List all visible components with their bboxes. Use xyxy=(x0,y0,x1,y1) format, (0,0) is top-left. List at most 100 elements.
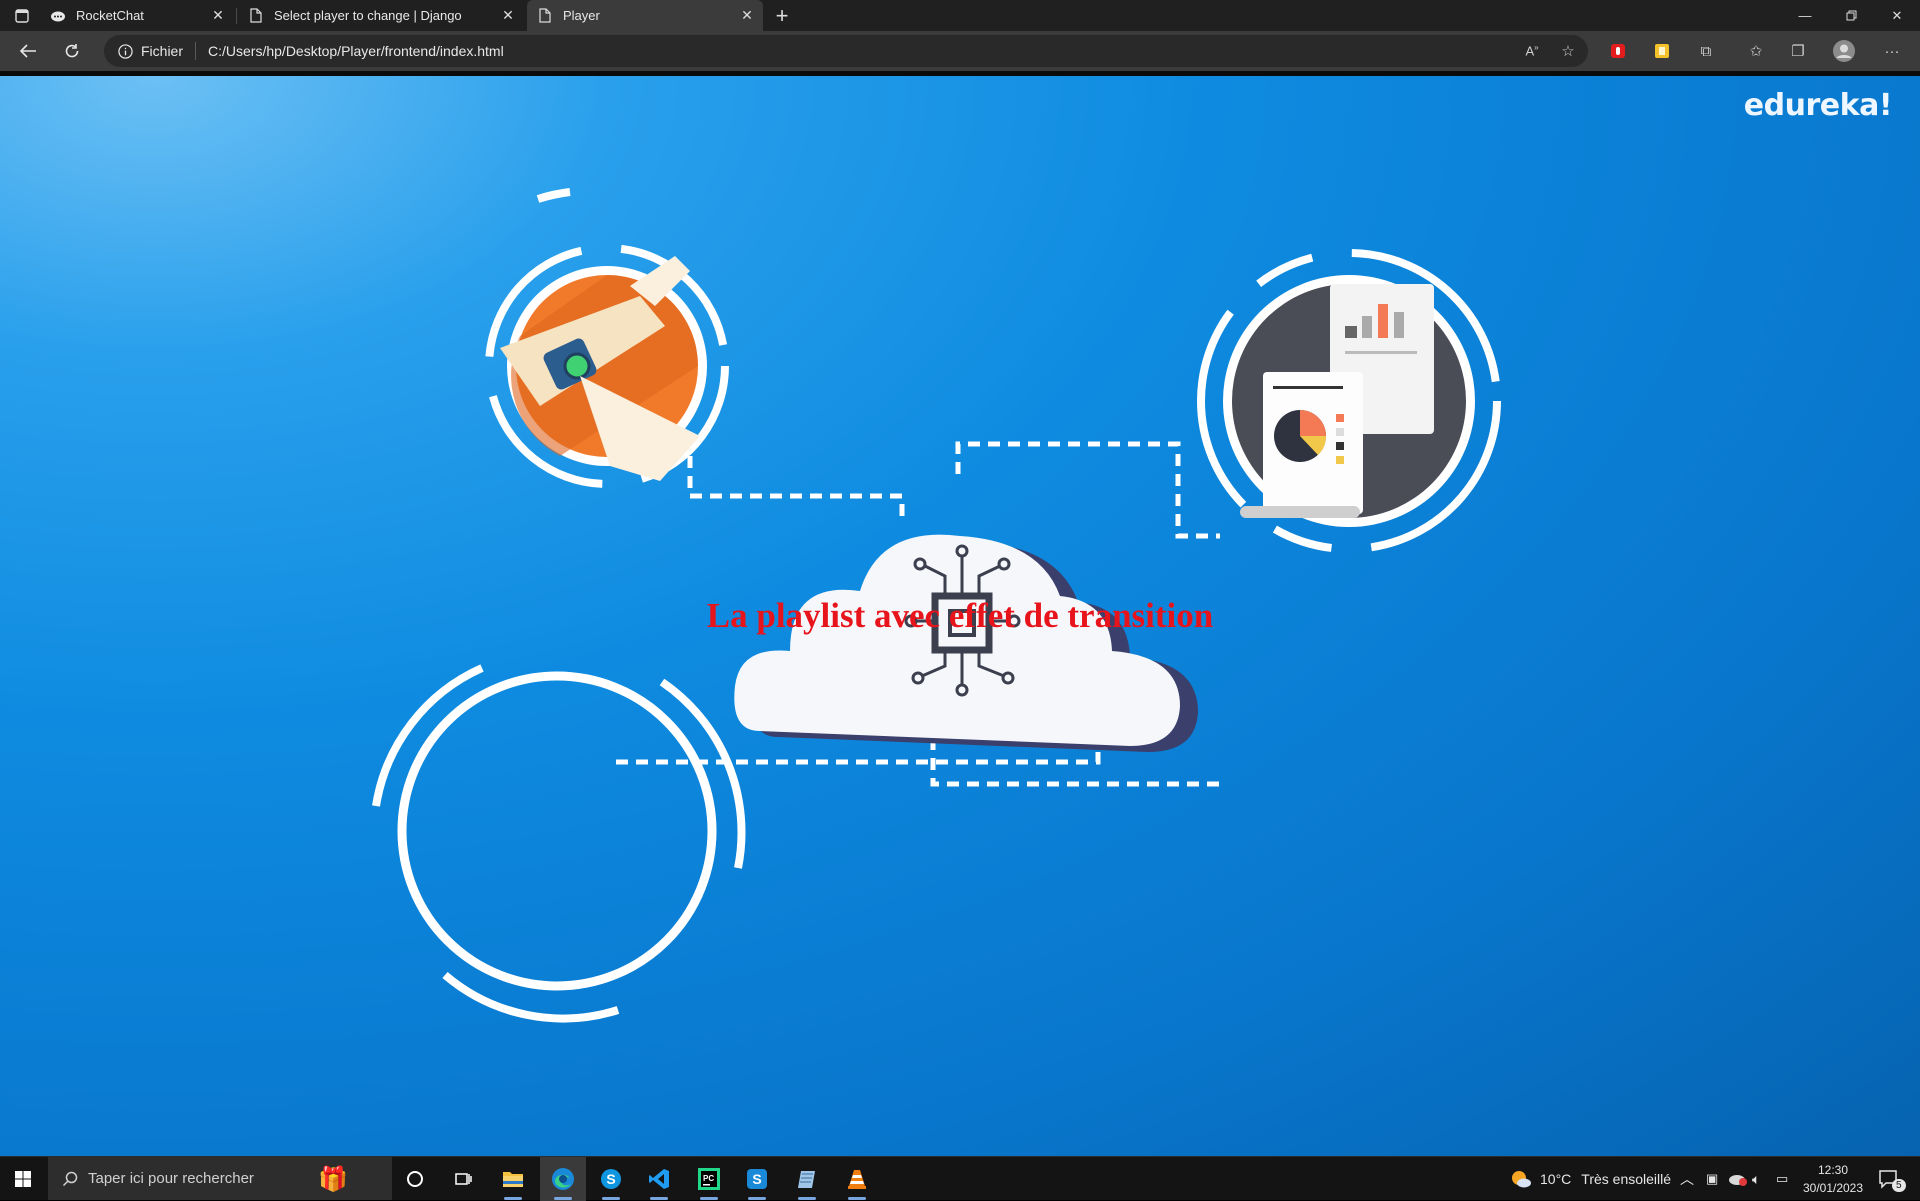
onedrive-status[interactable] xyxy=(1728,1157,1748,1201)
scheme-label: Fichier xyxy=(141,43,184,59)
svg-text:S: S xyxy=(752,1171,761,1187)
read-aloud-button[interactable]: A» xyxy=(1516,35,1548,67)
tab-divider xyxy=(236,8,237,24)
more-menu-button[interactable]: ··· xyxy=(1876,35,1908,67)
tab-player[interactable]: Player ✕ xyxy=(527,0,763,31)
start-button[interactable] xyxy=(0,1157,46,1201)
gift-icon: 🎁 xyxy=(318,1166,348,1193)
page-icon xyxy=(537,8,553,24)
edge-app[interactable] xyxy=(540,1157,586,1201)
svg-text:S: S xyxy=(606,1171,615,1187)
new-tab-button[interactable]: + xyxy=(766,0,798,31)
puzzle-icon: ⧉ xyxy=(1700,42,1712,60)
network-button[interactable]: ▭ xyxy=(1776,1157,1788,1201)
tab-title: RocketChat xyxy=(76,8,144,23)
tab-actions-icon xyxy=(15,8,29,23)
address-bar[interactable]: Fichier C:/Users/hp/Desktop/Player/front… xyxy=(104,35,1588,67)
notepad-app[interactable] xyxy=(784,1157,830,1201)
network-icon: ▭ xyxy=(1776,1171,1789,1186)
close-window-button[interactable]: ✕ xyxy=(1874,0,1920,31)
collections-icon: ❐ xyxy=(1791,43,1805,60)
hand-stop-icon xyxy=(1611,44,1625,58)
cortana-button[interactable] xyxy=(392,1157,438,1201)
avatar-icon xyxy=(1833,40,1855,62)
pycharm-app[interactable]: PC xyxy=(686,1157,732,1201)
tab-actions-button[interactable] xyxy=(6,0,38,31)
skype-business-app[interactable]: S xyxy=(734,1157,780,1201)
close-icon[interactable]: ✕ xyxy=(210,7,226,24)
task-view-button[interactable] xyxy=(440,1157,486,1201)
vlc-cone-icon xyxy=(848,1170,866,1189)
weather-condition: Très ensoleillé xyxy=(1581,1171,1672,1187)
extension-adblock-button[interactable] xyxy=(1602,35,1634,67)
restore-button[interactable] xyxy=(1828,0,1874,31)
file-explorer-app[interactable] xyxy=(490,1157,536,1201)
task-view-icon xyxy=(455,1173,472,1185)
speaker-icon: 🔈︎ xyxy=(1752,1170,1761,1187)
skype-icon: S xyxy=(601,1169,621,1189)
chevron-up-icon: ︿ xyxy=(1680,1171,1694,1187)
analytics-documents-circle xyxy=(1197,249,1501,553)
camera-icon: ▣ xyxy=(1706,1171,1719,1186)
show-hidden-icons-button[interactable]: ︿ xyxy=(1680,1157,1694,1201)
weather-temp: 10°C xyxy=(1540,1171,1572,1187)
edge-icon xyxy=(552,1168,574,1190)
folder-icon xyxy=(503,1172,523,1187)
windows-taskbar: Taper ici pour rechercher 🎁 S PC S 10°C … xyxy=(0,1156,1920,1201)
site-info-button[interactable]: Fichier xyxy=(104,42,197,60)
search-icon xyxy=(62,1171,78,1186)
weather-widget[interactable]: 10°C Très ensoleillé xyxy=(1510,1157,1671,1201)
system-clock[interactable]: 12:30 30/01/2023 xyxy=(1795,1161,1871,1197)
close-icon[interactable]: ✕ xyxy=(500,7,516,24)
page-icon xyxy=(248,8,264,24)
plus-icon: + xyxy=(775,2,789,28)
close-icon: ✕ xyxy=(1891,7,1903,23)
profile-button[interactable] xyxy=(1828,35,1860,67)
skype-icon: S xyxy=(747,1169,767,1189)
url-text[interactable]: C:/Users/hp/Desktop/Player/frontend/inde… xyxy=(196,43,504,59)
dashed-connector xyxy=(687,456,905,524)
taskbar-search-box[interactable]: Taper ici pour rechercher 🎁 xyxy=(48,1157,392,1200)
back-button[interactable] xyxy=(12,35,44,67)
minimize-button[interactable]: — xyxy=(1782,0,1828,31)
pycharm-icon: PC xyxy=(698,1168,720,1190)
sun-cloud-icon xyxy=(1512,1171,1531,1188)
cloud-chip-graphic xyxy=(734,534,1198,752)
rocketchat-icon xyxy=(50,8,66,24)
onedrive-error-icon xyxy=(1729,1175,1747,1186)
empty-circle-graphic xyxy=(372,664,746,1023)
minimize-icon: — xyxy=(1798,8,1812,23)
clock-time: 12:30 xyxy=(1817,1163,1849,1177)
volume-button[interactable]: 🔈︎ xyxy=(1752,1157,1760,1201)
smartwatch-circle xyxy=(485,188,729,488)
more-icon: ··· xyxy=(1884,42,1900,60)
video-player-page[interactable]: edureka! La playlist avec effet de trans… xyxy=(0,76,1920,1156)
collections-button[interactable]: ❐ xyxy=(1782,35,1814,67)
extension-yellow-button[interactable] xyxy=(1646,35,1678,67)
refresh-button[interactable] xyxy=(56,35,88,67)
browser-toolbar: Fichier C:/Users/hp/Desktop/Player/front… xyxy=(0,31,1920,71)
windows-logo-icon xyxy=(15,1171,31,1187)
notepad-icon xyxy=(798,1171,815,1188)
info-icon xyxy=(118,43,133,59)
add-favorite-button[interactable]: ☆ xyxy=(1552,35,1584,67)
search-placeholder: Taper ici pour rechercher xyxy=(88,1170,254,1187)
notification-center-button[interactable]: 5 xyxy=(1878,1157,1906,1201)
read-aloud-icon: A» xyxy=(1525,43,1539,59)
tab-rocketchat[interactable]: RocketChat ✕ xyxy=(40,0,234,31)
close-icon[interactable]: ✕ xyxy=(739,7,755,24)
browser-tab-bar: RocketChat ✕ Select player to change | D… xyxy=(0,0,1920,31)
extensions-button[interactable]: ⧉ xyxy=(1690,35,1722,67)
tab-django-admin[interactable]: Select player to change | Django ✕ xyxy=(238,0,524,31)
meet-now-button[interactable]: ▣ xyxy=(1706,1157,1718,1201)
svg-text:PC: PC xyxy=(703,1174,714,1183)
favorites-icon: ✩ xyxy=(1749,43,1763,60)
vscode-icon xyxy=(649,1169,669,1189)
clock-date: 30/01/2023 xyxy=(1802,1181,1864,1195)
vlc-app[interactable] xyxy=(834,1157,880,1201)
refresh-icon xyxy=(65,44,79,58)
vscode-app[interactable] xyxy=(636,1157,682,1201)
skype-app[interactable]: S xyxy=(588,1157,634,1201)
extension-icon xyxy=(1655,44,1669,58)
favorites-button[interactable]: ✩ xyxy=(1740,35,1772,67)
